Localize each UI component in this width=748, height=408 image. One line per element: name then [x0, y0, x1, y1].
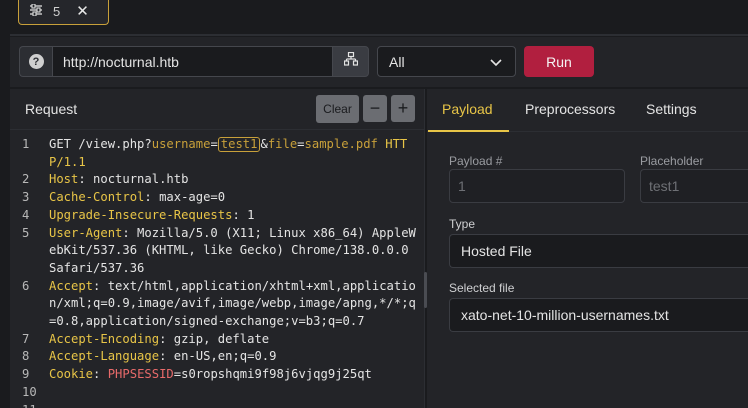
- sliders-icon: [29, 2, 43, 19]
- url-input[interactable]: [52, 46, 333, 77]
- tab-payload[interactable]: Payload: [442, 101, 493, 117]
- line-number: 4: [22, 207, 30, 222]
- help-button[interactable]: ?: [19, 46, 52, 77]
- code-line: 1 GET /view.php?username= test1 &file=samp…: [10, 136, 424, 171]
- tab-settings[interactable]: Settings: [646, 101, 697, 117]
- line-content: Accept: text/html,application/xhtml+xml,…: [49, 278, 416, 329]
- line-content: User-Agent: Mozilla/5.0 (X11; Linux x86_…: [49, 225, 416, 275]
- type-label: Type: [449, 217, 476, 231]
- request-editor[interactable]: 1 GET /view.php?username= test1 &file=samp…: [10, 136, 424, 408]
- payload-number-label: Payload #: [449, 154, 503, 168]
- selected-file-label: Selected file: [449, 281, 515, 295]
- zoom-in-button[interactable]: +: [391, 95, 415, 122]
- line-number: 6: [22, 278, 30, 293]
- type-select[interactable]: Hosted File: [449, 234, 748, 268]
- line-number: 9: [22, 367, 30, 382]
- placeholder-label: Placeholder: [640, 154, 704, 168]
- clear-button[interactable]: Clear: [316, 95, 359, 123]
- code-line: 7 Accept-Encoding: gzip, deflate: [10, 331, 424, 349]
- line-number: 11: [10, 402, 49, 408]
- help-icon: ?: [28, 54, 44, 69]
- line-number: 1: [22, 137, 30, 151]
- close-icon[interactable]: ✕: [76, 2, 89, 20]
- code-line: 10: [10, 384, 424, 402]
- code-line: 5 User-Agent: Mozilla/5.0 (X11; Linux x8…: [10, 225, 424, 278]
- payload-number-field: 1: [449, 169, 625, 203]
- line-content: Upgrade-Insecure-Requests: 1: [49, 207, 255, 222]
- line-content: Cache-Control: max-age=0: [49, 190, 226, 205]
- code-line: 8 Accept-Language: en-US,en;q=0.9: [10, 348, 424, 366]
- line-content: [49, 402, 419, 408]
- line-number: 10: [22, 384, 37, 399]
- code-line: 11: [10, 402, 424, 408]
- active-tab-indicator: [428, 130, 509, 132]
- method-select[interactable]: All: [377, 46, 516, 77]
- request-title: Request: [25, 101, 78, 117]
- line-number: 5: [22, 225, 30, 240]
- zoom-out-button[interactable]: −: [363, 95, 387, 122]
- code-line: 3 Cache-Control: max-age=0: [10, 189, 424, 207]
- filter-count: 5: [53, 3, 61, 19]
- line-content: GET /view.php?username= test1 &file=sample…: [49, 137, 408, 169]
- method-select-value: All: [389, 53, 405, 70]
- line-content: [49, 384, 419, 402]
- network-icon: [343, 51, 358, 71]
- code-line: 9 Cookie: PHPSESSID=s0ropshqmi9f98j6vjqg…: [10, 366, 424, 384]
- chevron-down-icon: [489, 55, 503, 72]
- code-line: 6 Accept: text/html,application/xhtml+xm…: [10, 278, 424, 331]
- code-line: 4 Upgrade-Insecure-Requests: 1: [10, 207, 424, 225]
- network-button[interactable]: [332, 46, 369, 77]
- filter-tab[interactable]: 5 ✕: [18, 0, 109, 25]
- line-number: 2: [22, 172, 30, 187]
- line-content: Accept-Language: en-US,en;q=0.9: [49, 349, 277, 364]
- line-content: Accept-Encoding: gzip, deflate: [49, 331, 270, 346]
- payload-marker[interactable]: test1: [217, 137, 261, 152]
- divider: [10, 34, 748, 36]
- selected-file-field[interactable]: xato-net-10-million-usernames.txt: [449, 298, 748, 332]
- line-content: Host: nocturnal.htb: [49, 172, 189, 187]
- line-number: 3: [22, 190, 30, 205]
- line-content: Cookie: PHPSESSID=s0ropshqmi9f98j6vjqg9j…: [49, 367, 372, 382]
- placeholder-field: test1: [640, 169, 748, 203]
- line-number: 7: [22, 331, 30, 346]
- run-button[interactable]: Run: [524, 46, 594, 77]
- tab-preprocessors[interactable]: Preprocessors: [525, 101, 615, 117]
- top-tab-strip: [0, 0, 748, 30]
- line-number: 8: [22, 349, 30, 364]
- code-line: 2 Host: nocturnal.htb: [10, 171, 424, 189]
